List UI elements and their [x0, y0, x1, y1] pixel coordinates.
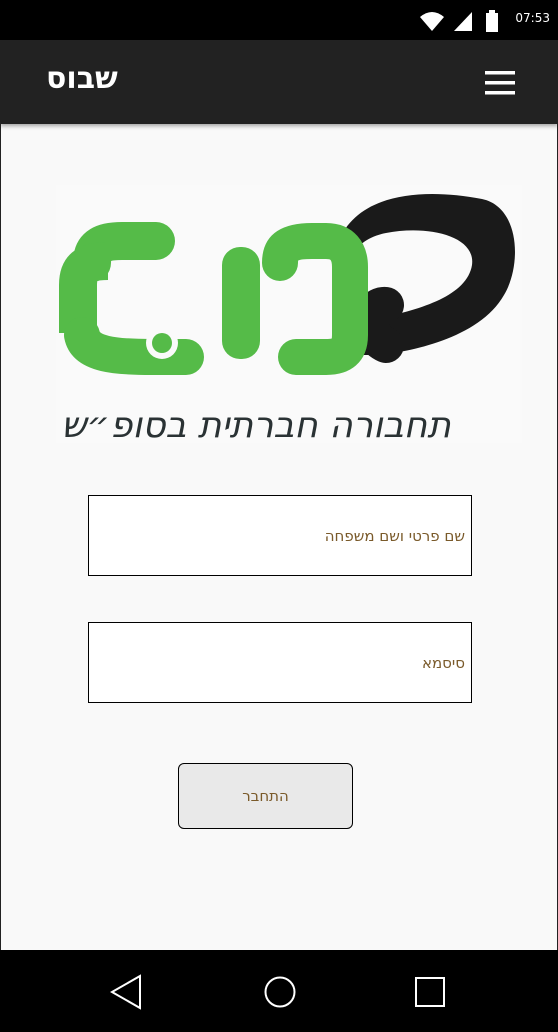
- battery-icon: [486, 10, 498, 32]
- status-time: 07:53: [515, 11, 550, 25]
- system-nav-bar: [0, 950, 558, 1032]
- back-button[interactable]: [104, 970, 148, 1014]
- hamburger-menu-icon: [485, 71, 515, 95]
- back-icon: [109, 974, 141, 1010]
- full-name-input[interactable]: [88, 495, 472, 576]
- recent-apps-button[interactable]: [408, 970, 452, 1014]
- password-input[interactable]: [88, 622, 472, 703]
- menu-button[interactable]: [478, 66, 522, 100]
- logo-tagline: תחבורה חברתית בסופ״ש: [61, 405, 451, 443]
- left-edge-line: [0, 124, 1, 950]
- signal-icon: [454, 12, 472, 31]
- logo-graphic: תחבורה חברתית בסופ״ש: [59, 194, 515, 446]
- home-button[interactable]: [258, 970, 302, 1014]
- app-bar: שבוס: [0, 40, 558, 124]
- home-icon: [264, 976, 296, 1008]
- login-screen: 07:53 שבוס תחבורה חברתית בסופ״ש שם פרטי …: [0, 0, 558, 1032]
- recent-apps-icon: [415, 977, 445, 1007]
- app-logo: תחבורה חברתית בסופ״ש: [56, 185, 522, 446]
- app-title: שבוס: [46, 61, 118, 96]
- status-bar: 07:53: [0, 0, 558, 40]
- wifi-icon: [420, 12, 444, 31]
- login-button[interactable]: התחבר: [178, 763, 353, 829]
